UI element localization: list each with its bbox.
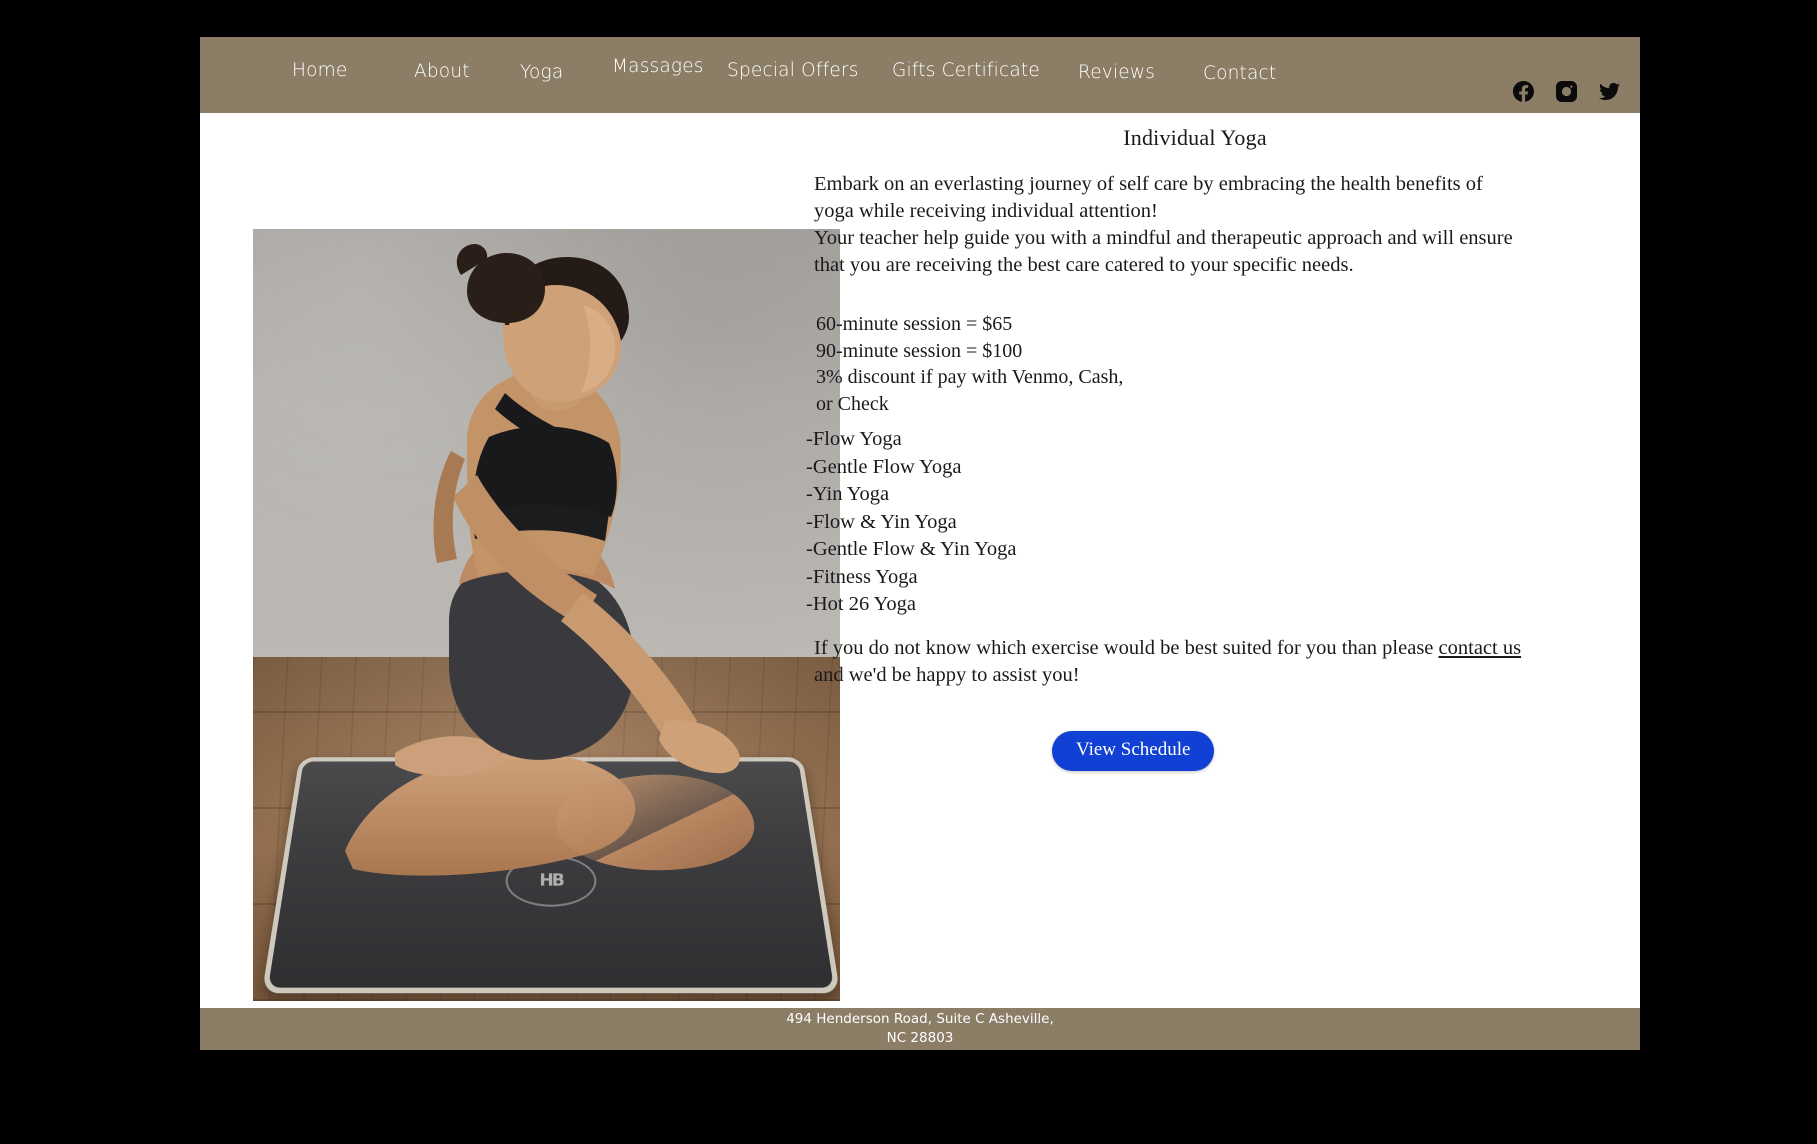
facebook-icon[interactable] bbox=[1513, 81, 1534, 102]
page-title: Individual Yoga bbox=[1123, 125, 1267, 150]
intro-line-1: Embark on an everlasting journey of self… bbox=[814, 173, 1483, 222]
text-column: Individual Yoga Embark on an everlasting… bbox=[800, 113, 1590, 1008]
site-footer: 494 Henderson Road, Suite C Asheville, N… bbox=[200, 1008, 1640, 1050]
website-page: Home About Yoga Massages Special Offers … bbox=[200, 37, 1640, 1050]
closing-paragraph: If you do not know which exercise would … bbox=[814, 635, 1534, 689]
yoga-photo: HB bbox=[253, 229, 840, 1001]
social-links bbox=[1513, 81, 1620, 102]
yoga-types-list: -Flow Yoga -Gentle Flow Yoga -Yin Yoga -… bbox=[806, 426, 1017, 619]
list-item: -Gentle Flow Yoga bbox=[806, 455, 962, 478]
nav-item-contact[interactable]: Contact bbox=[1203, 63, 1276, 84]
twitter-icon[interactable] bbox=[1599, 81, 1620, 102]
list-item: -Gentle Flow & Yin Yoga bbox=[806, 538, 1017, 560]
nav-item-home[interactable]: Home bbox=[292, 60, 347, 81]
list-item: -Fitness Yoga bbox=[806, 565, 918, 588]
list-item: -Flow & Yin Yoga bbox=[806, 510, 957, 533]
site-header: Home About Yoga Massages Special Offers … bbox=[200, 37, 1640, 113]
nav-item-about[interactable]: About bbox=[414, 61, 470, 82]
intro-paragraph: Embark on an everlasting journey of self… bbox=[814, 171, 1524, 279]
list-item: -Yin Yoga bbox=[806, 483, 890, 505]
contact-us-link[interactable]: contact us bbox=[1439, 637, 1522, 659]
nav-item-yoga[interactable]: Yoga bbox=[520, 62, 563, 83]
nav-item-special-offers[interactable]: Special Offers bbox=[727, 60, 859, 81]
view-schedule-button[interactable]: View Schedule bbox=[1052, 731, 1215, 771]
pricing-line: or Check bbox=[816, 392, 889, 415]
list-item: -Flow Yoga bbox=[806, 428, 902, 450]
closing-text-before: If you do not know which exercise would … bbox=[814, 637, 1439, 659]
instagram-icon[interactable] bbox=[1556, 81, 1577, 102]
main-navigation: Home About Yoga Massages Special Offers … bbox=[200, 37, 1640, 113]
pricing-line: 3% discount if pay with Venmo, Cash, bbox=[816, 366, 1124, 388]
pricing-line: 90-minute session = $100 bbox=[816, 339, 1023, 362]
nav-item-gifts-certificate[interactable]: Gifts Certificate bbox=[892, 60, 1040, 81]
nav-item-massages[interactable]: Massages bbox=[612, 56, 704, 77]
main-content: HB Individual Yoga Embark on an everlast… bbox=[200, 113, 1640, 1008]
closing-text-after: and we'd be happy to assist you! bbox=[814, 664, 1080, 686]
list-item: -Hot 26 Yoga bbox=[806, 593, 916, 615]
photo-person bbox=[253, 229, 840, 1001]
pricing-list: 60-minute session = $65 90-minute sessio… bbox=[816, 311, 1123, 417]
nav-item-reviews[interactable]: Reviews bbox=[1078, 62, 1155, 83]
pricing-line: 60-minute session = $65 bbox=[816, 313, 1013, 335]
footer-address-line-2: NC 28803 bbox=[886, 1030, 954, 1046]
intro-line-2: Your teacher help guide you with a mindf… bbox=[814, 227, 1513, 276]
footer-address-line-1: 494 Henderson Road, Suite C Asheville, bbox=[786, 1011, 1054, 1027]
